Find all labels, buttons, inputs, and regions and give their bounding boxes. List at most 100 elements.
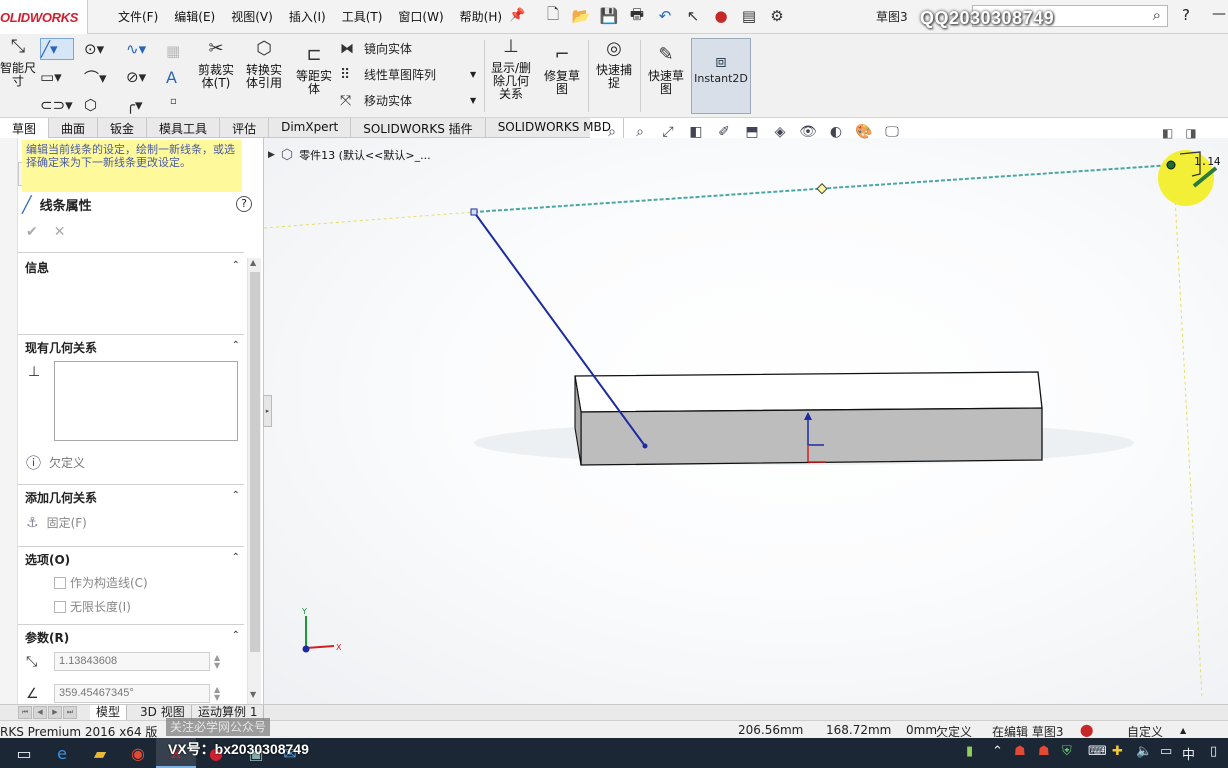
tray-expand-icon[interactable]: ⌃ — [992, 744, 1003, 759]
polygon-tool-icon[interactable]: ⬡ — [84, 94, 118, 116]
section-view-icon[interactable]: ◧ — [684, 122, 708, 142]
fix-relation-button[interactable]: ⚓ 固定(F) — [26, 514, 87, 531]
scroll-down-icon[interactable]: ▼ — [250, 690, 256, 699]
smart-dimension-button[interactable]: ⤡ 智能尺 寸 — [0, 38, 36, 88]
tab-mold-tools[interactable]: 模具工具 — [147, 118, 221, 138]
solidworks-logo[interactable]: OLIDWORKS — [0, 0, 88, 34]
tab-sketch[interactable]: 草图 — [0, 118, 50, 138]
last-tab-icon[interactable]: ⏭ — [63, 706, 77, 719]
group-options[interactable]: 选项(O) ⌃ — [18, 548, 244, 570]
next-tab-icon[interactable]: ▶ — [48, 706, 62, 719]
print-icon[interactable]: 🖶 — [624, 4, 650, 28]
box-top-face[interactable] — [574, 371, 1043, 413]
tab-addins[interactable]: SOLIDWORKS 插件 — [351, 118, 486, 138]
tray-plus-icon[interactable]: ✚ — [1112, 744, 1123, 759]
menu-tools[interactable]: 工具(T) — [334, 8, 391, 25]
pattern-dropdown-icon[interactable]: ▼ — [470, 70, 476, 79]
point-tool-icon[interactable]: ▫ — [170, 96, 177, 107]
group-existing-relations[interactable]: 现有几何关系 ⌃ — [18, 336, 244, 358]
units-caret-icon[interactable]: ▲ — [1180, 726, 1186, 735]
collapse-caret-icon[interactable]: ⌃ — [232, 552, 240, 563]
hide-show-icon[interactable]: 👁 — [796, 122, 820, 142]
scroll-thumb[interactable] — [250, 272, 260, 652]
trim-entities-button[interactable]: ✂ 剪裁实 体(T) — [194, 40, 238, 90]
checkbox-box[interactable] — [54, 600, 66, 613]
tab-dimxpert[interactable]: DimXpert — [269, 118, 352, 138]
open-icon[interactable]: 📂 — [568, 4, 594, 28]
file-properties-icon[interactable]: ▤ — [736, 4, 762, 28]
construction-checkbox[interactable]: 作为构造线(C) — [54, 574, 148, 591]
linear-pattern-button[interactable]: ⠿ 线性草图阵列 — [340, 66, 436, 83]
fillet-tool-icon[interactable]: ╭▾ — [126, 94, 160, 116]
convert-entities-button[interactable]: ⬡ 转换实 体引用 — [242, 40, 286, 90]
zoom-area-icon[interactable]: ⌕ — [628, 122, 652, 142]
line-tool-icon[interactable]: ╱▾ — [40, 38, 74, 60]
edit-appearance-icon[interactable]: ◐ — [824, 122, 848, 142]
move-entities-button[interactable]: ⤧ 移动实体 — [340, 92, 412, 109]
infinite-length-checkbox[interactable]: 无限长度(I) — [54, 598, 131, 615]
group-parameters[interactable]: 参数(R) ⌃ — [18, 626, 244, 648]
tray-volume-icon[interactable]: 🔈 — [1136, 744, 1152, 759]
collapse-caret-icon[interactable]: ⌃ — [232, 490, 240, 501]
first-tab-icon[interactable]: ⏮ — [18, 706, 32, 719]
show-relations-button[interactable]: ⊥ 显示/删 除几何 关系 — [488, 38, 534, 101]
slot-tool-icon[interactable]: ⊂⊃▾ — [40, 94, 74, 116]
prev-tab-icon[interactable]: ◀ — [33, 706, 47, 719]
file-explorer-icon[interactable]: ▰ — [88, 742, 112, 764]
menu-view[interactable]: 视图(V) — [223, 8, 281, 25]
tab-sheet-metal[interactable]: 钣金 — [98, 118, 148, 138]
repair-sketch-button[interactable]: ⌐ 修复草 图 — [540, 46, 584, 96]
collapse-caret-icon[interactable]: ⌃ — [232, 260, 240, 271]
rebuild-status-icon[interactable]: ⬤ — [1080, 723, 1093, 737]
sketch-line[interactable] — [473, 211, 646, 447]
tray-qq2-icon[interactable]: ☗ — [1038, 744, 1050, 759]
angle-spinner[interactable]: ▲ ▼ — [214, 685, 220, 702]
graphics-area[interactable]: Y X — [264, 138, 1228, 704]
text-tool-icon[interactable]: A — [166, 68, 177, 87]
display-style-icon[interactable]: ◈ — [768, 122, 792, 142]
checkbox-box[interactable] — [54, 576, 66, 589]
offset-entities-button[interactable]: ⊏ 等距实 体 — [292, 46, 336, 96]
tab-surfaces[interactable]: 曲面 — [49, 118, 99, 138]
undo-icon[interactable]: ↶ — [652, 4, 678, 28]
help-icon[interactable]: ? — [1182, 6, 1190, 24]
menu-window[interactable]: 窗口(W) — [390, 8, 451, 25]
tray-qq-icon[interactable]: ☗ — [1014, 744, 1026, 759]
chrome-icon[interactable]: ◉ — [126, 742, 150, 764]
move-dropdown-icon[interactable]: ▼ — [470, 96, 476, 105]
group-add-relations[interactable]: 添加几何关系 ⌃ — [18, 486, 244, 508]
rebuild-icon[interactable]: ● — [708, 4, 734, 28]
new-document-icon[interactable]: 🗋 — [540, 4, 566, 28]
scene-icon[interactable]: 🎨 — [852, 122, 876, 142]
tab-model[interactable]: 模型 — [90, 705, 128, 721]
flyout-feature-tree[interactable]: ▶ ⬡ 零件13 (默认<<默认>_... — [268, 147, 431, 163]
menu-insert[interactable]: 插入(I) — [281, 8, 334, 25]
view-orientation-icon[interactable]: ⬒ — [740, 122, 764, 142]
collapse-caret-icon[interactable]: ⌃ — [232, 630, 240, 641]
edge-browser-icon[interactable]: e — [50, 742, 74, 764]
tray-monitor-icon[interactable]: ▭ — [1160, 744, 1172, 759]
panel-left-arrow-icon[interactable]: ◧ — [1162, 126, 1173, 140]
length-spinner[interactable]: ▲ ▼ — [214, 653, 220, 670]
collapse-caret-icon[interactable]: ⌃ — [232, 340, 240, 351]
ellipse-tool-icon[interactable]: ⊘▾ — [126, 66, 160, 88]
rapid-sketch-button[interactable]: ✎ 快速草 图 — [644, 46, 688, 96]
menu-file[interactable]: 文件(F) — [110, 8, 166, 25]
tray-network-icon[interactable]: ⌨ — [1088, 744, 1107, 759]
pm-help-icon[interactable]: ? — [236, 196, 252, 212]
rectangle-tool-icon[interactable]: ▭▾ — [40, 66, 74, 88]
plane-icon[interactable]: ▦ — [166, 42, 180, 60]
box-front-face[interactable] — [580, 407, 1043, 466]
minimize-button[interactable]: — — [1212, 6, 1226, 22]
mirror-entities-button[interactable]: ⧓ 镜向实体 — [340, 40, 412, 57]
expand-chevron-icon[interactable]: ▶ — [268, 150, 275, 160]
tab-evaluate[interactable]: 评估 — [220, 118, 270, 138]
task-view-icon[interactable]: ▭ — [12, 742, 36, 764]
tray-shield-icon[interactable]: ⛨ — [1062, 744, 1072, 759]
pm-scrollbar[interactable]: ▲ ▼ — [247, 258, 261, 704]
circle-tool-icon[interactable]: ⊙▾ — [84, 38, 118, 60]
scroll-up-icon[interactable]: ▲ — [250, 258, 256, 267]
previous-view-icon[interactable]: ⤢ — [656, 122, 680, 142]
notification-icon[interactable]: ▯ — [1210, 744, 1217, 759]
line-endpoint[interactable] — [470, 208, 478, 216]
